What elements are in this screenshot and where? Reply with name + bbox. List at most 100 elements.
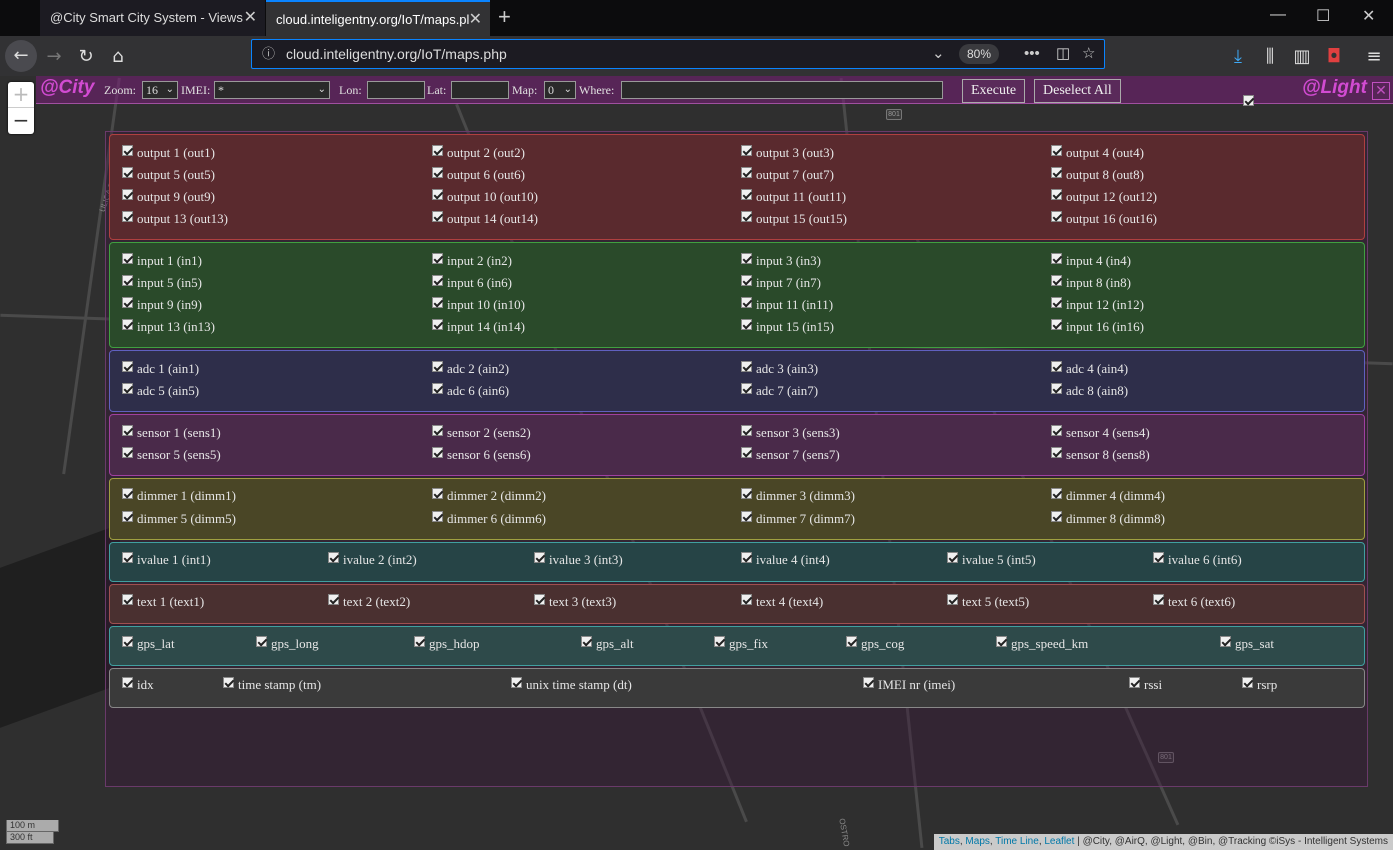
checkbox[interactable] [947,552,958,563]
checkbox[interactable] [741,167,752,178]
field-checkbox-sensors[interactable]: sensor 8 (sens8) [1051,447,1150,463]
field-checkbox-inputs[interactable]: input 4 (in4) [1051,253,1131,269]
checkbox[interactable] [122,594,133,605]
menu-icon[interactable]: ≡ [1360,43,1388,71]
checkbox[interactable] [741,253,752,264]
field-checkbox-gps[interactable]: gps_alt [581,636,634,652]
field-checkbox-texts[interactable]: text 3 (text3) [534,594,616,610]
select-all-checkbox[interactable] [1243,95,1254,106]
field-checkbox-dimmers[interactable]: dimmer 8 (dimm8) [1051,511,1165,527]
zoom-level[interactable]: 80% [959,44,1000,64]
new-tab-icon[interactable]: + [498,4,511,30]
field-checkbox-outputs[interactable]: output 12 (out12) [1051,189,1157,205]
checkbox[interactable] [328,552,339,563]
checkbox[interactable] [1153,552,1164,563]
checkbox[interactable] [223,677,234,688]
checkbox[interactable] [1051,425,1062,436]
field-checkbox-sensors[interactable]: sensor 6 (sens6) [432,447,531,463]
field-checkbox-inputs[interactable]: input 13 (in13) [122,319,215,335]
field-checkbox-inputs[interactable]: input 10 (in10) [432,297,525,313]
checkbox[interactable] [1051,211,1062,222]
checkbox[interactable] [1051,319,1062,330]
field-checkbox-gps[interactable]: gps_long [256,636,319,652]
checkbox[interactable] [1051,275,1062,286]
map-canvas[interactable]: 801 801 801 ULICA ZAMKOWA OSTRO + − @Cit… [0,76,1393,850]
checkbox[interactable] [1153,594,1164,605]
attribution-link-timeline[interactable]: Time Line [995,836,1039,847]
checkbox[interactable] [741,488,752,499]
checkbox[interactable] [432,488,443,499]
checkbox[interactable] [122,253,133,264]
chevron-down-icon[interactable]: ⌄ [932,40,945,68]
checkbox[interactable] [432,361,443,372]
checkbox[interactable] [741,211,752,222]
checkbox[interactable] [432,211,443,222]
field-checkbox-inputs[interactable]: input 11 (in11) [741,297,833,313]
field-checkbox-gps[interactable]: gps_lat [122,636,175,652]
field-checkbox-outputs[interactable]: output 9 (out9) [122,189,215,205]
where-input[interactable] [621,81,943,99]
field-checkbox-inputs[interactable]: input 9 (in9) [122,297,202,313]
checkbox[interactable] [432,167,443,178]
field-checkbox-inputs[interactable]: input 7 (in7) [741,275,821,291]
field-checkbox-dimmers[interactable]: dimmer 5 (dimm5) [122,511,236,527]
field-checkbox-inputs[interactable]: input 6 (in6) [432,275,512,291]
checkbox[interactable] [534,594,545,605]
field-checkbox-outputs[interactable]: output 11 (out11) [741,189,846,205]
checkbox[interactable] [432,425,443,436]
field-checkbox-outputs[interactable]: output 5 (out5) [122,167,215,183]
home-icon[interactable]: ⌂ [104,43,132,71]
field-checkbox-gps[interactable]: gps_sat [1220,636,1274,652]
brand-light[interactable]: @Light [1302,77,1367,99]
field-checkbox-outputs[interactable]: output 8 (out8) [1051,167,1144,183]
checkbox[interactable] [122,677,133,688]
window-close-icon[interactable]: ✕ [1362,6,1375,26]
checkbox[interactable] [414,636,425,647]
checkbox[interactable] [996,636,1007,647]
field-checkbox-sensors[interactable]: sensor 5 (sens5) [122,447,221,463]
more-icon[interactable]: ••• [1024,40,1040,68]
checkbox[interactable] [122,211,133,222]
checkbox[interactable] [432,447,443,458]
field-checkbox-inputs[interactable]: input 15 (in15) [741,319,834,335]
field-checkbox-meta[interactable]: IMEI nr (imei) [863,677,955,693]
field-checkbox-inputs[interactable]: input 14 (in14) [432,319,525,335]
field-checkbox-texts[interactable]: text 5 (text5) [947,594,1029,610]
checkbox[interactable] [328,594,339,605]
checkbox[interactable] [1051,361,1062,372]
download-icon[interactable]: ⤓ [1224,43,1252,71]
checkbox[interactable] [432,383,443,394]
back-icon[interactable]: ← [5,40,37,72]
field-checkbox-meta[interactable]: idx [122,677,154,693]
field-checkbox-texts[interactable]: text 6 (text6) [1153,594,1235,610]
field-checkbox-dimmers[interactable]: dimmer 1 (dimm1) [122,488,236,504]
tab-views[interactable]: @City Smart City System - Views ✕ [40,0,265,36]
checkbox[interactable] [741,189,752,200]
field-checkbox-sensors[interactable]: sensor 2 (sens2) [432,425,531,441]
checkbox[interactable] [122,189,133,200]
checkbox[interactable] [1051,145,1062,156]
checkbox[interactable] [741,425,752,436]
field-checkbox-meta[interactable]: time stamp (tm) [223,677,321,693]
checkbox[interactable] [432,145,443,156]
checkbox[interactable] [511,677,522,688]
checkbox[interactable] [741,383,752,394]
checkbox[interactable] [741,552,752,563]
field-checkbox-inputs[interactable]: input 16 (in16) [1051,319,1144,335]
checkbox[interactable] [432,319,443,330]
checkbox[interactable] [741,361,752,372]
checkbox[interactable] [1051,297,1062,308]
checkbox[interactable] [947,594,958,605]
field-checkbox-adc[interactable]: adc 7 (ain7) [741,383,818,399]
attribution-link-tabs[interactable]: Tabs [939,836,960,847]
library-icon[interactable]: ⫼ [1256,43,1284,71]
checkbox[interactable] [741,275,752,286]
zoom-out-button[interactable]: − [8,108,34,134]
checkbox[interactable] [432,275,443,286]
field-checkbox-adc[interactable]: adc 1 (ain1) [122,361,199,377]
field-checkbox-dimmers[interactable]: dimmer 6 (dimm6) [432,511,546,527]
extension-icon[interactable]: ◘ [1320,43,1348,71]
field-checkbox-outputs[interactable]: output 10 (out10) [432,189,538,205]
reload-icon[interactable]: ↻ [72,43,100,71]
field-checkbox-inputs[interactable]: input 1 (in1) [122,253,202,269]
